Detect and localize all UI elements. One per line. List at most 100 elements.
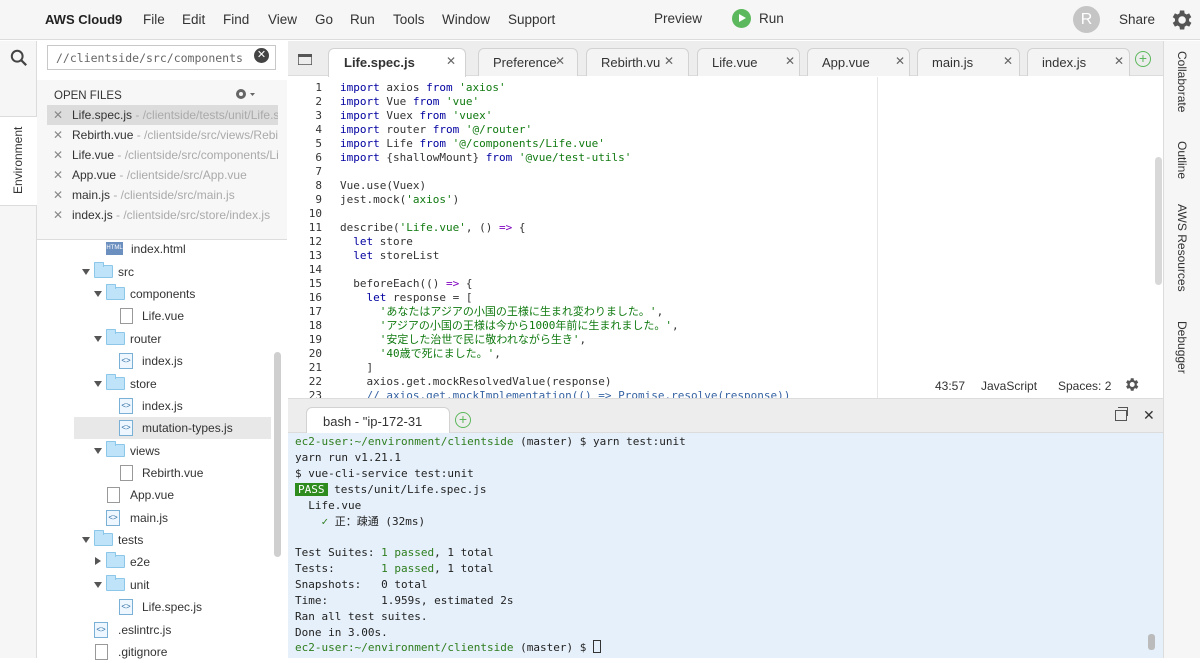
chevron-down-icon[interactable] [94,291,102,297]
close-icon[interactable]: ✕ [785,54,795,68]
indent-setting[interactable]: Spaces: 2 [1058,379,1111,393]
chevron-down-icon[interactable] [82,537,90,543]
tree-item-life-spec-js[interactable]: <> Life.spec.js [37,596,273,618]
tree-item-main-js[interactable]: <> main.js [37,507,273,529]
open-file-item[interactable]: ✕ index.js - /clientside/src/store/index.… [47,205,278,225]
new-tab-plus-icon[interactable]: + [1135,51,1151,67]
search-icon[interactable] [10,49,28,67]
line-number: 13 [308,249,322,262]
close-icon[interactable]: ✕ [1003,54,1013,68]
environment-tab[interactable]: Environment [0,116,37,206]
terminal-tab-bash[interactable]: bash - "ip-172-31 [306,407,450,434]
close-icon[interactable]: ✕ [664,54,674,68]
outline-tab[interactable]: Outline [1164,141,1200,186]
maximize-icon[interactable] [1115,407,1128,421]
gear-icon[interactable] [1168,7,1194,33]
tab-index-js[interactable]: index.js ✕ [1027,48,1130,76]
close-icon[interactable]: ✕ [53,128,63,142]
tab-rebirth-vue[interactable]: Rebirth.vu ✕ [586,48,689,76]
tree-item-src[interactable]: src [37,261,273,283]
close-icon[interactable]: ✕ [53,148,63,162]
tree-item-store[interactable]: store [37,373,273,395]
file-search-input[interactable]: //clientside/src/components [47,45,276,70]
close-icon[interactable]: ✕ [1114,54,1124,68]
menu-edit[interactable]: Edit [182,12,205,27]
summary-total: , 1 total [434,546,494,559]
tree-item-mutation-types-js[interactable]: <> mutation-types.js [74,417,271,439]
open-file-item[interactable]: ✕ Life.spec.js - /clientside/tests/unit/L… [47,105,278,125]
menu-window[interactable]: Window [442,12,490,27]
tree-item-rebirth-vue[interactable]: Rebirth.vue [37,462,273,484]
menu-find[interactable]: Find [223,12,249,27]
tree-item-eslintrc-js[interactable]: <> .eslintrc.js [37,619,273,641]
preview-button[interactable]: Preview [654,11,702,26]
close-icon[interactable]: ✕ [446,54,456,68]
tree-item-index-html[interactable]: HTML index.html [37,238,273,260]
new-terminal-plus-icon[interactable]: + [455,412,471,428]
open-files-gear-icon[interactable] [234,86,256,102]
tab-app-vue[interactable]: App.vue ✕ [807,48,910,76]
clear-search-icon[interactable]: ✕ [254,48,269,63]
close-icon[interactable]: ✕ [53,208,63,222]
terminal-scrollbar[interactable] [1148,634,1155,650]
tab-life-vue[interactable]: Life.vue ✕ [697,48,800,76]
aws-cloud9-logo[interactable]: AWS Cloud9 [45,12,122,27]
settings-gear-icon[interactable] [1123,376,1140,393]
tree-item-app-vue[interactable]: App.vue [37,484,273,506]
tab-life-spec-js[interactable]: Life.spec.js ✕ [328,48,466,77]
chevron-down-icon[interactable] [94,381,102,387]
debugger-tab[interactable]: Debugger [1164,321,1200,381]
menu-run[interactable]: Run [350,12,375,27]
close-icon[interactable]: ✕ [555,54,565,68]
tree-item-gitignore[interactable]: .gitignore [37,641,273,663]
tree-item-tests[interactable]: tests [37,529,273,551]
menu-go[interactable]: Go [315,12,333,27]
tree-item-router-index-js[interactable]: <> index.js [37,350,273,372]
menu-tools[interactable]: Tools [393,12,425,27]
line-number: 16 [308,291,322,304]
chevron-right-icon[interactable] [95,557,101,565]
close-icon[interactable]: ✕ [53,188,63,202]
tree-item-router[interactable]: router [37,328,273,350]
code-line: 'アジアの小国の王様は今から1000年前に生まれました。', [379,319,679,332]
open-file-item[interactable]: ✕ Rebirth.vue - /clientside/src/views/Reb… [47,125,278,145]
open-file-item[interactable]: ✕ Life.vue - /clientside/src/components/L… [47,145,278,165]
terminal-output[interactable]: ec2-user:~/environment/clientside (maste… [288,433,1163,658]
language-mode[interactable]: JavaScript [981,379,1037,393]
tree-item-components[interactable]: components [37,283,273,305]
tab-main-js[interactable]: main.js ✕ [917,48,1020,76]
open-file-item[interactable]: ✕ App.vue - /clientside/src/App.vue [47,165,278,185]
collaborate-tab[interactable]: Collaborate [1164,51,1200,131]
tab-preference[interactable]: Preference ✕ [478,48,578,76]
open-file-item[interactable]: ✕ main.js - /clientside/src/main.js [47,185,278,205]
menu-view[interactable]: View [268,12,297,27]
tree-item-life-vue[interactable]: Life.vue [37,305,273,327]
tab-menu-icon[interactable] [298,54,312,65]
close-icon[interactable]: ✕ [1143,407,1155,424]
chevron-down-icon[interactable] [94,448,102,454]
tree-item-store-index-js[interactable]: <> index.js [37,395,273,417]
close-icon[interactable]: ✕ [53,108,63,122]
cursor-position[interactable]: 43:57 [935,379,965,393]
aws-resources-tab[interactable]: AWS Resources [1164,204,1200,304]
tree-item-unit[interactable]: unit [37,574,273,596]
close-icon[interactable]: ✕ [895,54,905,68]
open-files-panel: OPEN FILES ✕ Life.spec.js - /clientside/t… [37,80,287,240]
pass-badge: PASS [295,483,328,496]
share-button[interactable]: Share [1119,12,1155,27]
editor-scrollbar[interactable] [1155,157,1162,285]
chevron-down-icon[interactable] [94,336,102,342]
terminal-line: $ vue-cli-service test:unit [295,467,474,480]
menu-file[interactable]: File [143,12,165,27]
sidebar-scrollbar[interactable] [274,352,281,557]
code-editor[interactable]: 1 2 3 4 5 6 7 8 9 10 11 12 13 14 15 16 1… [288,77,1163,399]
close-icon[interactable]: ✕ [53,168,63,182]
menu-support[interactable]: Support [508,12,555,27]
tree-item-e2e[interactable]: e2e [37,551,273,573]
folder-icon [94,262,113,278]
code-line: beforeEach(() => { [340,277,473,290]
avatar[interactable]: R [1073,6,1100,33]
tree-item-views[interactable]: views [37,440,273,462]
chevron-down-icon[interactable] [82,269,90,275]
chevron-down-icon[interactable] [94,582,102,588]
